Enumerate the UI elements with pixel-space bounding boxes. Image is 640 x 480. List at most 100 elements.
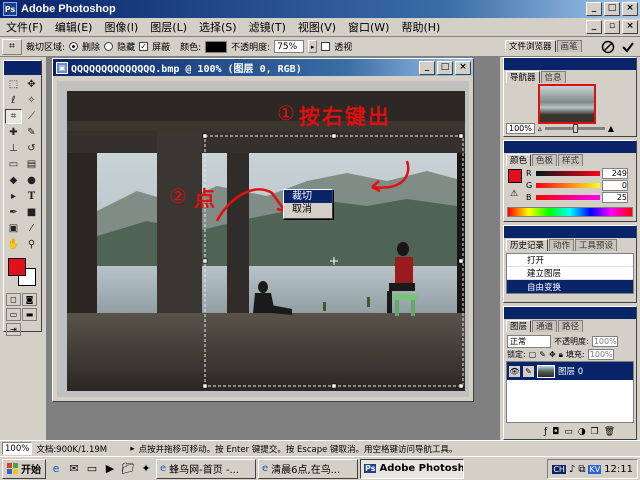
cancel-icon[interactable] <box>600 39 616 55</box>
crop-tool-preset-icon[interactable]: ⌗ <box>2 38 22 55</box>
tray-network-icon[interactable]: ⧉ <box>578 464 585 475</box>
history-brush-tool-icon[interactable]: ↺ <box>23 141 40 156</box>
tray-lang-indicator[interactable]: CH <box>552 464 566 474</box>
navigator-panel-titlebar[interactable] <box>504 58 636 70</box>
channel-b-slider[interactable] <box>536 194 600 200</box>
status-arrow-icon[interactable]: ▸ <box>130 444 134 454</box>
opacity-input[interactable]: 75% <box>274 40 305 53</box>
lock-position-icon[interactable]: ✥ <box>549 350 556 359</box>
quicklaunch-media-icon[interactable]: ▶ <box>102 461 118 477</box>
brush-tool-icon[interactable]: ✎ <box>23 125 40 140</box>
menu-help[interactable]: 帮助(H) <box>395 19 446 35</box>
zoom-out-icon[interactable]: ▵ <box>538 124 542 133</box>
minimize-button[interactable]: _ <box>586 2 602 16</box>
document-minimize-button[interactable]: _ <box>419 60 435 75</box>
tray-speaker-icon[interactable]: ♪ <box>569 464 575 475</box>
tab-color[interactable]: 颜色 <box>506 154 532 166</box>
zoom-tool-icon[interactable]: ⚲ <box>23 237 40 252</box>
new-layer-icon[interactable]: ❐ <box>591 427 599 437</box>
taskbar-item-photoshop[interactable]: Ps Adobe Photoshop <box>360 458 464 479</box>
toolbox-title-bar[interactable] <box>4 61 41 75</box>
navigator-zoom-slider[interactable] <box>544 124 605 133</box>
layer-opacity-input[interactable]: 100% <box>591 336 618 347</box>
type-tool-icon[interactable]: T <box>23 189 40 204</box>
quicklaunch-extra-icon[interactable]: ✦ <box>138 461 154 477</box>
taskbar-item-morning[interactable]: e 清晨6点,在鸟... <box>258 458 358 479</box>
document-maximize-button[interactable]: □ <box>437 60 453 75</box>
status-doc-info[interactable]: 文档:900K/1.19M <box>36 443 126 455</box>
tab-navigator[interactable]: 导航器 <box>506 71 540 83</box>
navigator-thumbnail[interactable] <box>538 84 596 124</box>
tab-layers[interactable]: 图层 <box>506 320 532 332</box>
tab-tool-presets[interactable]: 工具预设 <box>575 239 618 251</box>
layer-name[interactable]: 图层 0 <box>558 365 583 377</box>
path-select-tool-icon[interactable]: ▸ <box>5 189 22 204</box>
status-zoom[interactable]: 100% <box>2 442 33 455</box>
gamut-warning-icon[interactable]: ⚠ <box>510 189 518 199</box>
menu-filter[interactable]: 滤镜(T) <box>243 19 292 35</box>
notes-tool-icon[interactable]: ▣ <box>5 221 22 236</box>
shape-tool-icon[interactable]: ■ <box>23 205 40 220</box>
delete-radio[interactable] <box>69 42 79 51</box>
layer-visibility-eye-icon[interactable]: 👁︎ <box>509 365 520 377</box>
marquee-tool-icon[interactable]: ⬚ <box>5 77 22 92</box>
quicklaunch-ie-icon[interactable]: e <box>48 461 64 477</box>
tab-channels[interactable]: 通道 <box>532 320 558 332</box>
crop-tool-icon[interactable]: ⌗ <box>5 109 22 124</box>
jump-to-imageready-icon[interactable]: ⇥ <box>6 323 21 336</box>
delete-layer-icon[interactable]: 🗑︎ <box>604 427 615 437</box>
doc-minimize-button[interactable]: _ <box>586 20 602 34</box>
gradient-tool-icon[interactable]: ▤ <box>23 157 40 172</box>
color-panel-titlebar[interactable] <box>504 141 636 153</box>
menu-edit[interactable]: 编辑(E) <box>49 19 99 35</box>
clone-stamp-tool-icon[interactable]: ⊥ <box>5 141 22 156</box>
healing-brush-tool-icon[interactable]: ✚ <box>5 125 22 140</box>
quicklaunch-folder-icon[interactable]: 📁︎ <box>120 461 136 477</box>
eyedropper-tool-icon[interactable]: ⁄ <box>23 221 40 236</box>
tab-history[interactable]: 历史记录 <box>506 239 549 251</box>
menu-select[interactable]: 选择(S) <box>193 19 243 35</box>
menu-view[interactable]: 视图(V) <box>292 19 342 35</box>
screen-mode-standard-icon[interactable]: ▭ <box>6 308 21 321</box>
canvas-area[interactable]: ① 按右键出 ② 点 <box>57 81 469 397</box>
slice-tool-icon[interactable]: ⟋ <box>23 109 40 124</box>
adjustment-layer-icon[interactable]: ◑ <box>578 427 586 437</box>
navigator-zoom[interactable]: 100% <box>506 123 535 134</box>
tab-file-browser[interactable]: 文件浏览器 <box>505 40 556 52</box>
hand-tool-icon[interactable]: ✋ <box>5 237 22 252</box>
screen-mode-full-icon[interactable]: ▬ <box>22 308 37 321</box>
history-panel-titlebar[interactable] <box>504 226 636 238</box>
standard-mode-icon[interactable]: ◻ <box>6 293 21 306</box>
photo-image[interactable]: ① 按右键出 ② 点 <box>67 91 465 391</box>
channel-g-value[interactable]: 0 <box>602 179 628 191</box>
eraser-tool-icon[interactable]: ▭ <box>5 157 22 172</box>
magic-wand-tool-icon[interactable]: ✧ <box>23 93 40 108</box>
quicklaunch-outlook-icon[interactable]: ✉ <box>66 461 82 477</box>
blur-tool-icon[interactable]: ◆ <box>5 173 22 188</box>
doc-close-button[interactable]: × <box>622 20 638 34</box>
context-menu-crop[interactable]: 裁切 <box>284 190 332 203</box>
blend-mode-select[interactable]: 正常 <box>507 335 551 348</box>
lock-image-icon[interactable]: ✎ <box>539 350 546 359</box>
layer-mask-icon[interactable]: ◘ <box>552 427 559 437</box>
lasso-tool-icon[interactable]: ℓ <box>5 93 22 108</box>
tab-brushes[interactable]: 画笔 <box>556 40 582 52</box>
history-item-free-transform[interactable]: 自由变换 <box>507 280 633 293</box>
menu-layer[interactable]: 图层(L) <box>144 19 193 35</box>
menu-file[interactable]: 文件(F) <box>0 19 49 35</box>
pen-tool-icon[interactable]: ✒ <box>5 205 22 220</box>
tab-swatches[interactable]: 色板 <box>532 154 558 166</box>
tray-clock[interactable]: 12:11 <box>604 464 633 475</box>
menu-window[interactable]: 窗口(W) <box>342 19 395 35</box>
lock-transparent-icon[interactable]: ▢ <box>529 350 537 359</box>
color-spectrum-bar[interactable] <box>507 207 633 217</box>
taskbar-item-fengniao[interactable]: e 蜂鸟网-首页 -... <box>156 458 256 479</box>
close-button[interactable]: × <box>622 2 638 16</box>
shield-checkbox[interactable]: ✓ <box>139 42 149 51</box>
channel-b-value[interactable]: 25 <box>602 191 628 203</box>
tab-info[interactable]: 信息 <box>540 71 566 83</box>
document-title-bar[interactable]: ▣ QQQQQQQQQQQQQQ.bmp @ 100% (图层 0, RGB) … <box>53 59 473 76</box>
photoshop-icon[interactable]: Ps <box>3 2 17 16</box>
color-panel-fg-swatch[interactable] <box>508 169 522 183</box>
foreground-color-swatch[interactable] <box>8 258 26 276</box>
